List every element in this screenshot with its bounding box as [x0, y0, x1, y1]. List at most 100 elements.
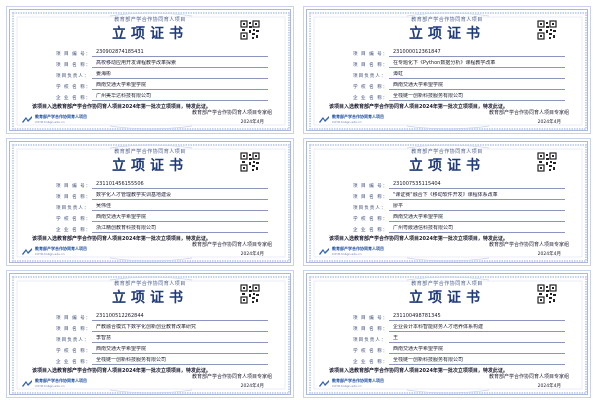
school-name-row: 学 校 名 称： 西南交通大学希望学院: [353, 80, 565, 90]
project-name-label: 项 目 名 称：: [56, 195, 92, 200]
program-logo: 教育部产学合作协同育人项目 CXYR.hnbgn.edu.cn: [22, 378, 87, 388]
project-id-label: 项 目 编 号：: [353, 316, 389, 321]
project-name-label: 项 目 名 称：: [353, 63, 389, 68]
project-leader-row: 项目负责人： 谭虹: [353, 69, 565, 79]
issuer-signature: 教育部产学合作协同育人项目专家组 2024年4月: [192, 241, 272, 257]
school-name-label: 学 校 名 称：: [353, 349, 389, 354]
project-name-value: 数字化人才管理教学实训基地建设: [92, 192, 268, 200]
program-logo-url: CXYR.hnbgn.edu.cn: [35, 384, 65, 388]
issuer-organization: 教育部产学合作协同育人项目专家组: [191, 110, 272, 116]
school-name-row: 学 校 名 称： 西南交通大学希望学院: [56, 212, 268, 222]
project-name-value: 产教融合模式下数字化创新创业教育改革研究: [92, 324, 268, 332]
qr-code-icon: [240, 20, 260, 40]
issue-date: 2024年4月: [240, 252, 264, 257]
project-id-row: 项 目 编 号： 231007535115404: [353, 179, 565, 189]
school-name-value: 西南交通大学希望学院: [389, 82, 565, 90]
company-name-row: 企 业 名 称： 全栈链一创新科技服务有限公司: [56, 355, 268, 365]
certificate-card-2: 教育部产学合作协同育人项目 立项证书 项 目 编 号： 231000012361…: [306, 9, 588, 131]
project-name-label: 项 目 名 称：: [353, 327, 389, 332]
project-name-row: 项 目 名 称： 高校移动应用开发课程教学改革探索: [56, 58, 268, 68]
school-name-value: 西南交通大学希望学院: [92, 346, 268, 354]
project-id-row: 项 目 编 号： 231000012361847: [353, 47, 565, 57]
project-leader-value: 吴伟佳: [92, 203, 268, 211]
school-name-value: 西南交通大学希望学院: [389, 214, 565, 222]
project-id-label: 项 目 编 号：: [56, 52, 92, 57]
certificate-card-4: 教育部产学合作协同育人项目 立项证书 项 目 编 号： 231007535115…: [306, 141, 588, 263]
certificate-fields: 项 目 编 号： 231100498781345 项 目 名 称： 企业会计本科…: [353, 311, 565, 366]
project-id-value: 231100498781345: [389, 313, 565, 321]
program-logo-url: CXYR.hnbgn.edu.cn: [35, 120, 65, 124]
project-leader-label: 项目负责人：: [353, 338, 387, 343]
project-leader-label: 项目负责人：: [353, 74, 387, 79]
project-id-label: 项 目 编 号：: [56, 184, 92, 189]
qr-code-icon: [537, 20, 557, 40]
program-logo: 教育部产学合作协同育人项目 CXYR.hnbgn.edu.cn: [22, 114, 87, 124]
school-name-label: 学 校 名 称：: [353, 85, 389, 90]
project-name-row: 项 目 名 称： "课证赛"融合下《移动软件开发》课程体系改革: [353, 190, 565, 200]
company-name-label: 企 业 名 称：: [56, 228, 92, 233]
project-name-value: "课证赛"融合下《移动软件开发》课程体系改革: [389, 192, 565, 200]
program-logo-url: CXYR.hnbgn.edu.cn: [332, 120, 362, 124]
qr-code-icon: [537, 284, 557, 304]
program-logo: 教育部产学合作协同育人项目 CXYR.hnbgn.edu.cn: [22, 246, 87, 256]
school-name-row: 学 校 名 称： 西南交通大学希望学院: [56, 344, 268, 354]
school-name-label: 学 校 名 称：: [56, 349, 92, 354]
project-id-label: 项 目 编 号：: [353, 52, 389, 57]
school-name-value: 西南交通大学希望学院: [389, 346, 565, 354]
qr-code-icon: [240, 152, 260, 172]
school-name-label: 学 校 名 称：: [353, 217, 389, 222]
project-leader-value: 廖平: [389, 203, 565, 211]
company-name-label: 企 业 名 称：: [56, 96, 92, 101]
program-logo-icon: [319, 379, 329, 387]
project-id-value: 230902874185431: [92, 49, 268, 57]
company-name-value: 全栈链一创新科技服务有限公司: [389, 93, 565, 101]
project-id-value: 231000012361847: [389, 49, 565, 57]
company-name-value: 全栈链一创新科技服务有限公司: [92, 357, 268, 365]
project-id-value: 231101456155506: [92, 181, 268, 189]
project-leader-label: 项目负责人：: [56, 74, 90, 79]
company-name-value: 广州粤嵌通信科技有限公司: [389, 225, 565, 233]
school-name-label: 学 校 名 称：: [56, 85, 92, 90]
issuer-organization: 教育部产学合作协同育人项目专家组: [191, 374, 272, 380]
company-name-row: 企 业 名 称： 浙江精创教育科技有限公司: [56, 223, 268, 233]
company-name-label: 企 业 名 称：: [56, 360, 92, 365]
certificate-fields: 项 目 编 号： 231101456155506 项 目 名 称： 数字化人才管…: [56, 179, 268, 234]
certificate-fields: 项 目 编 号： 231007535115404 项 目 名 称： "课证赛"融…: [353, 179, 565, 234]
project-leader-label: 项目负责人：: [353, 206, 387, 211]
program-logo-icon: [22, 379, 32, 387]
program-logo: 教育部产学合作协同育人项目 CXYR.hnbgn.edu.cn: [319, 246, 384, 256]
issuer-signature: 教育部产学合作协同育人项目专家组 2024年4月: [192, 109, 272, 125]
issuer-signature: 教育部产学合作协同育人项目专家组 2024年4月: [192, 373, 272, 389]
project-id-label: 项 目 编 号：: [353, 184, 389, 189]
project-name-label: 项 目 名 称：: [56, 63, 92, 68]
program-logo-url: CXYR.hnbgn.edu.cn: [332, 384, 362, 388]
certificate-fields: 项 目 编 号： 231000012361847 项 目 名 称： 在专题化下《…: [353, 47, 565, 102]
school-name-value: 西南交通大学希望学院: [92, 214, 268, 222]
project-name-label: 项 目 名 称：: [353, 195, 389, 200]
project-leader-value: 谭虹: [389, 71, 565, 79]
project-id-row: 项 目 编 号： 230902874185431: [56, 47, 268, 57]
project-leader-row: 项目负责人： 廖平: [353, 201, 565, 211]
issue-date: 2024年4月: [537, 252, 561, 257]
company-name-label: 企 业 名 称：: [353, 228, 389, 233]
company-name-label: 企 业 名 称：: [353, 96, 389, 101]
certificate-fields: 项 目 编 号： 230902874185431 项 目 名 称： 高校移动应用…: [56, 47, 268, 102]
program-logo: 教育部产学合作协同育人项目 CXYR.hnbgn.edu.cn: [319, 114, 384, 124]
certificate-fields: 项 目 编 号： 231100512262844 项 目 名 称： 产教融合模式…: [56, 311, 268, 366]
school-name-row: 学 校 名 称： 西南交通大学希望学院: [56, 80, 268, 90]
program-logo-icon: [319, 247, 329, 255]
project-id-label: 项 目 编 号：: [56, 316, 92, 321]
school-name-value: 西南交通大学希望学院: [92, 82, 268, 90]
project-name-value: 在专题化下《Python数据分析》课程教学改革: [389, 60, 565, 68]
project-leader-label: 项目负责人：: [56, 206, 90, 211]
project-id-row: 项 目 编 号： 231100498781345: [353, 311, 565, 321]
project-id-value: 231100512262844: [92, 313, 268, 321]
company-name-value: 全栈链一创新科技服务有限公司: [389, 357, 565, 365]
company-name-value: 广州美华达科技有限公司: [92, 93, 268, 101]
qr-code-icon: [537, 152, 557, 172]
qr-code-icon: [240, 284, 260, 304]
school-name-label: 学 校 名 称：: [56, 217, 92, 222]
project-leader-row: 项目负责人： 姜海彬: [56, 69, 268, 79]
school-name-row: 学 校 名 称： 西南交通大学希望学院: [353, 212, 565, 222]
issue-date: 2024年4月: [240, 384, 264, 389]
